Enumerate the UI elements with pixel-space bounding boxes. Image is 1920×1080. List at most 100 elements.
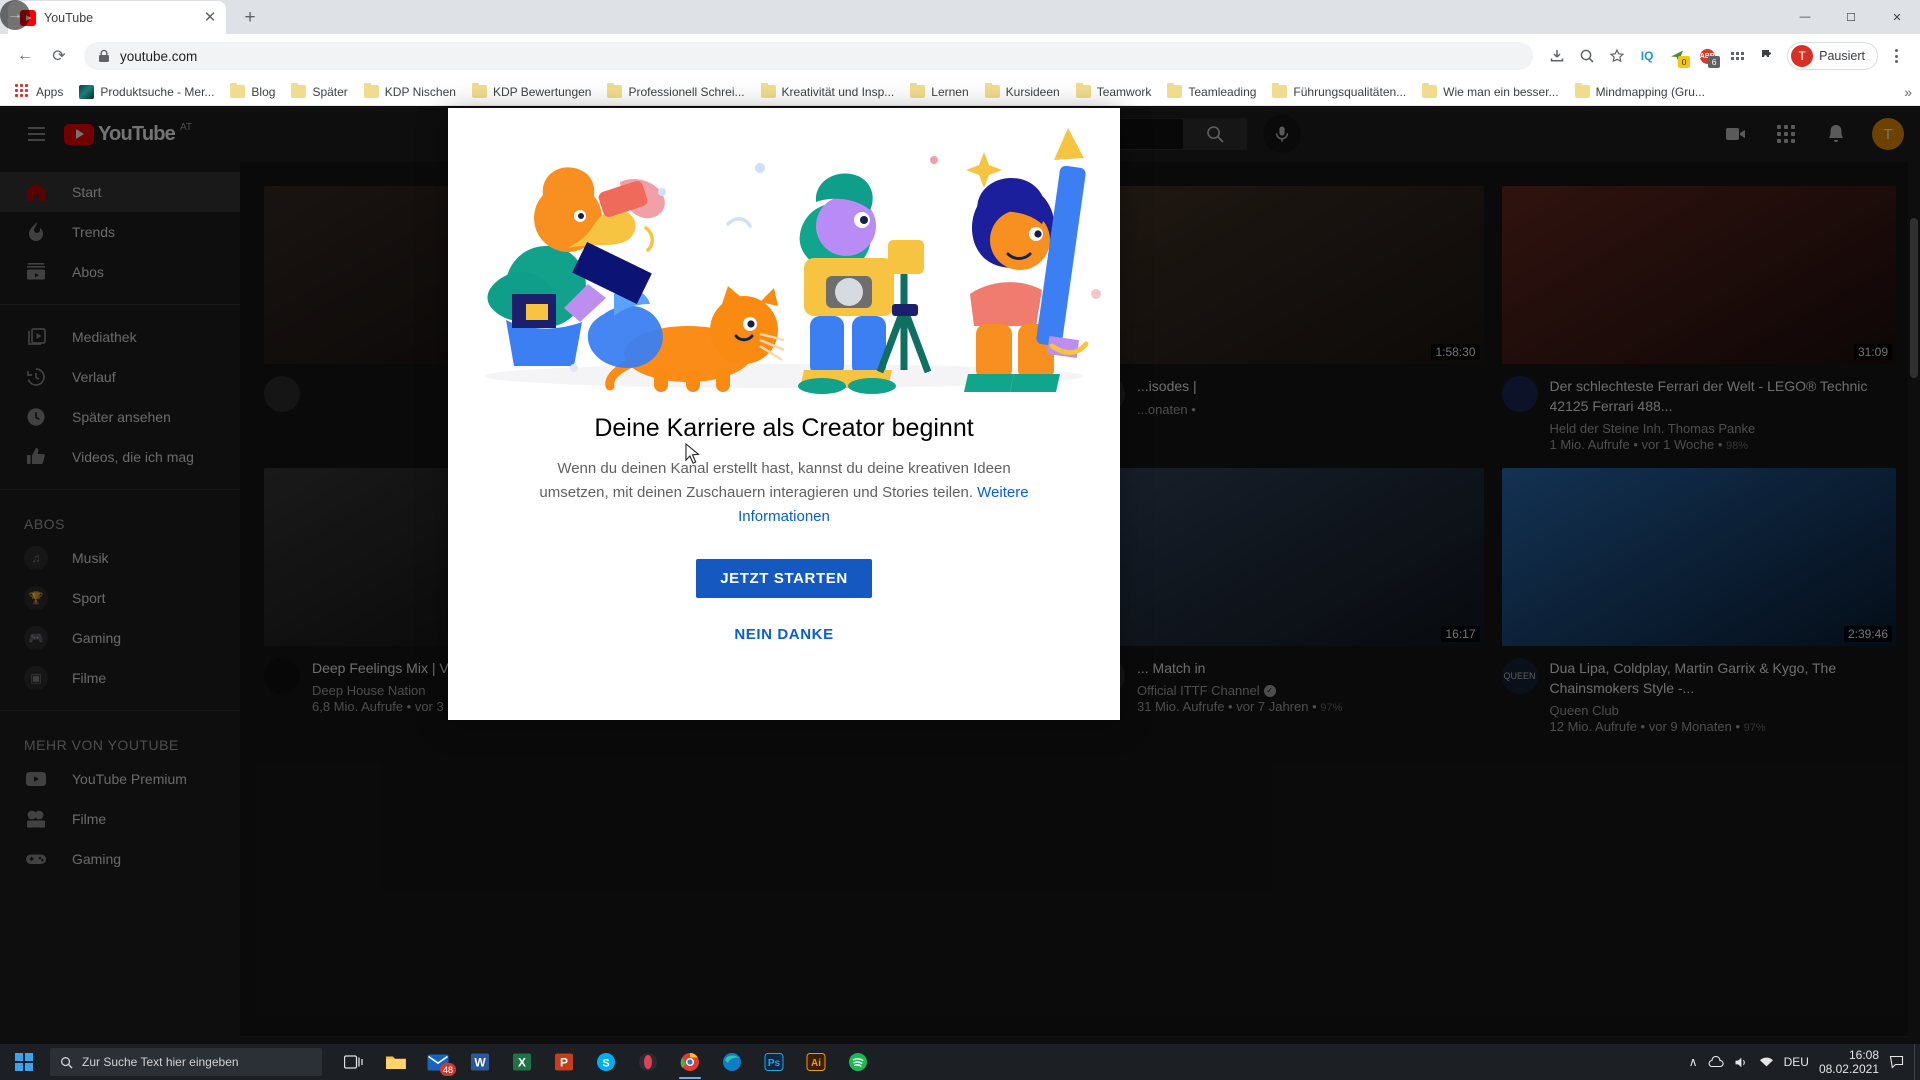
bookmark-label: KDP Nischen [384, 84, 456, 99]
window-controls: — ☐ ✕ [1782, 0, 1920, 34]
mail-icon[interactable]: 48 [418, 1044, 458, 1080]
photoshop-icon[interactable]: Ps [754, 1044, 794, 1080]
bookmark-professionell-schreiben[interactable]: Professionell Schrei... [600, 82, 751, 102]
avatar: T [1791, 45, 1814, 67]
close-icon[interactable]: ✕ [202, 10, 218, 26]
windows-taskbar: Zur Suche Text hier eingeben 48 W X P S … [0, 1044, 1920, 1080]
tray-expand-icon[interactable]: ∧ [1689, 1055, 1698, 1069]
opera-gx-icon[interactable] [628, 1044, 668, 1080]
chrome-icon[interactable] [670, 1044, 710, 1080]
zoom-icon[interactable] [1573, 42, 1601, 70]
bookmark-label: KDP Bewertungen [492, 84, 592, 99]
file-explorer-icon[interactable] [376, 1044, 416, 1080]
new-tab-button[interactable]: + [236, 3, 264, 31]
bookmark-teamwork[interactable]: Teamwork [1069, 82, 1159, 102]
bookmark-kreativitaet[interactable]: Kreativität und Insp... [754, 82, 902, 102]
back-icon[interactable]: ← [10, 41, 40, 71]
browser-tab-youtube[interactable]: YouTube ✕ [8, 1, 226, 34]
apps-grid-icon [15, 84, 30, 99]
site-favicon [79, 84, 95, 99]
svg-text:P: P [560, 1056, 568, 1070]
forward-icon[interactable]: → [0, 0, 30, 30]
close-window-icon[interactable]: ✕ [1874, 0, 1920, 34]
folder-icon [1167, 82, 1183, 98]
speaker-icon[interactable] [1734, 1056, 1749, 1069]
folder-icon [1272, 82, 1288, 98]
tab-strip: YouTube ✕ + — ☐ ✕ [0, 0, 1920, 34]
bookmark-mindmapping[interactable]: Mindmapping (Gru... [1568, 82, 1712, 102]
bookmark-lernen[interactable]: Lernen [903, 82, 975, 102]
dialog-description: Wenn du deinen Kanal erstellt hast, kann… [524, 457, 1044, 529]
install-icon[interactable] [1543, 42, 1571, 70]
show-desktop-button[interactable] [1914, 1044, 1920, 1080]
folder-icon [1574, 82, 1590, 98]
minimize-icon[interactable]: — [1782, 0, 1828, 34]
folder-icon [910, 82, 926, 98]
clock[interactable]: 16:08 08.02.2021 [1819, 1048, 1879, 1076]
bookmark-apps[interactable]: Apps [8, 81, 70, 102]
grammarly-extension-icon[interactable]: 0 [1663, 42, 1691, 70]
tab-title: YouTube [44, 10, 94, 25]
bookmark-label: Wie man ein besser... [1443, 84, 1559, 99]
system-tray: ∧ DEU 16:08 08.02.2021 [1689, 1048, 1914, 1076]
cloud-icon[interactable] [1708, 1056, 1724, 1068]
taskbar-search-placeholder: Zur Suche Text hier eingeben [82, 1055, 239, 1069]
adblock-extension-icon[interactable]: ABP 6 [1693, 42, 1721, 70]
bookmark-wie-man-ein-besserer[interactable]: Wie man ein besser... [1415, 82, 1565, 102]
edge-icon[interactable] [712, 1044, 752, 1080]
clock-time: 16:08 [1848, 1048, 1879, 1062]
bookmark-fuehrungsqualitaeten[interactable]: Führungsqualitäten... [1265, 82, 1413, 102]
network-icon[interactable] [1759, 1056, 1774, 1068]
excel-icon[interactable]: X [502, 1044, 542, 1080]
reload-icon[interactable]: ⟳ [44, 41, 74, 71]
extension-badge-count: 0 [1678, 56, 1691, 68]
task-view-icon[interactable] [334, 1044, 374, 1080]
maximize-icon[interactable]: ☐ [1828, 0, 1874, 34]
lock-icon [99, 49, 109, 62]
bookmark-kursideen[interactable]: Kursideen [978, 82, 1067, 102]
folder-icon [291, 82, 307, 98]
bookmark-label: Kreativität und Insp... [781, 84, 895, 99]
svg-text:W: W [474, 1056, 486, 1070]
word-icon[interactable]: W [460, 1044, 500, 1080]
bookmark-teamleading[interactable]: Teamleading [1160, 82, 1263, 102]
bookmarks-overflow-icon[interactable]: » [1904, 84, 1912, 100]
bookmark-kdp-nischen[interactable]: KDP Nischen [357, 82, 463, 102]
bookmark-label: Produktsuche - Mer... [100, 84, 215, 99]
folder-icon [230, 82, 246, 98]
start-now-button[interactable]: JETZT STARTEN [696, 559, 872, 598]
profile-status-label: Pausiert [1819, 49, 1865, 63]
puzzle-extensions-icon[interactable] [1753, 42, 1781, 70]
taskbar-app-list: 48 W X P S Ps Ai [334, 1044, 878, 1080]
folder-icon [471, 82, 487, 98]
windows-start-icon[interactable] [0, 1044, 48, 1080]
bookmark-star-icon[interactable] [1603, 42, 1631, 70]
bookmark-produktsuche[interactable]: Produktsuche - Mer... [72, 82, 221, 102]
extensions-grid-icon[interactable] [1723, 42, 1751, 70]
svg-text:S: S [602, 1058, 609, 1070]
address-bar[interactable]: youtube.com [84, 42, 1534, 70]
bookmark-kdp-bewertungen[interactable]: KDP Bewertungen [465, 82, 599, 102]
keyboard-language[interactable]: DEU [1784, 1055, 1809, 1069]
folder-icon [363, 82, 379, 98]
bookmark-label: Teamwork [1096, 84, 1152, 99]
bookmark-spaeter[interactable]: Später [284, 82, 354, 102]
kebab-menu-icon[interactable] [1882, 42, 1910, 70]
spotify-icon[interactable] [838, 1044, 878, 1080]
creators-illustration [448, 108, 1120, 398]
no-thanks-button[interactable]: NEIN DANKE [718, 618, 849, 651]
dialog-title: Deine Karriere als Creator beginnt [594, 414, 974, 442]
bookmark-blog[interactable]: Blog [223, 82, 282, 102]
iq-extension-icon[interactable]: IQ [1633, 42, 1661, 70]
skype-icon[interactable]: S [586, 1044, 626, 1080]
svg-text:Ps: Ps [768, 1058, 781, 1069]
powerpoint-icon[interactable]: P [544, 1044, 584, 1080]
taskbar-search-input[interactable]: Zur Suche Text hier eingeben [50, 1048, 322, 1076]
bookmark-label: Teamleading [1188, 84, 1257, 99]
illustrator-icon[interactable]: Ai [796, 1044, 836, 1080]
search-icon [61, 1056, 73, 1069]
adblock-badge-count: 6 [1708, 56, 1721, 68]
profile-chip[interactable]: T Pausiert [1787, 42, 1878, 70]
folder-icon [1422, 82, 1438, 98]
notifications-icon[interactable] [1889, 1055, 1904, 1069]
